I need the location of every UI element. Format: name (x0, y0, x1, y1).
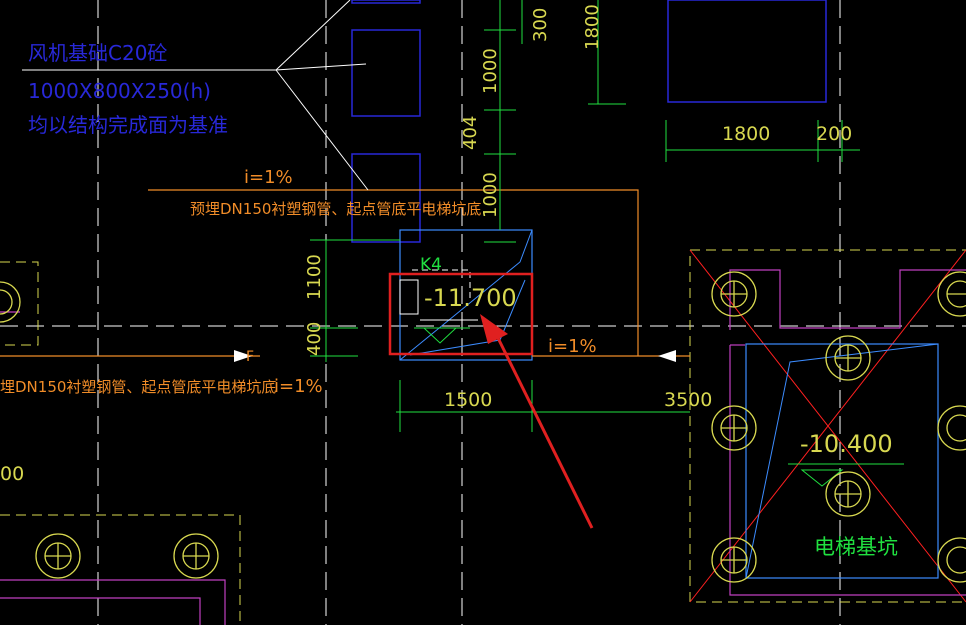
dim-300: 300 (530, 8, 551, 42)
dim-1100: 1100 (304, 254, 325, 300)
dim-200: 200 (816, 123, 852, 145)
dim-1000-lower: 1000 (480, 172, 501, 218)
pile (0, 281, 21, 323)
callout-arrow-head (480, 314, 508, 344)
dim-400: 400 (304, 322, 325, 356)
dim-left-partial: 00 (0, 463, 24, 485)
cad-drawing: 风机基础C20砼 1000X800X250(h) 均以结构完成面为基准 i=1%… (0, 0, 966, 625)
pile (937, 271, 966, 317)
pile (825, 471, 871, 517)
pit-elevation: -11.700 (424, 284, 517, 312)
pile (35, 533, 81, 579)
fan-base-note-3: 均以结构完成面为基准 (28, 113, 228, 137)
slope-left: i=1% (274, 376, 323, 397)
pipe-note-top: 预埋DN150衬塑钢管、起点管底平电梯坑底 (190, 200, 481, 218)
dim-1000-upper: 1000 (480, 48, 501, 94)
dim-404: 404 (460, 116, 481, 150)
cad-drawing-canvas: 风机基础C20砼 1000X800X250(h) 均以结构完成面为基准 i=1%… (0, 0, 966, 625)
flow-arrow-right (658, 350, 676, 362)
elevation-marker-small (422, 327, 458, 344)
dim-1500: 1500 (444, 389, 492, 411)
sump-box (399, 279, 419, 315)
pile (825, 335, 871, 381)
pile (937, 405, 966, 451)
slope-right: i=1% (548, 336, 597, 357)
flow-mark: F (246, 349, 254, 365)
fan-base-note-2: 1000X800X250(h) (28, 79, 211, 103)
slope-top: i=1% (244, 167, 293, 188)
pit-wall-top (729, 269, 966, 330)
dim-1800-horizontal: 1800 (722, 123, 770, 145)
fan-base-top (351, 0, 421, 4)
pile (711, 405, 757, 451)
bottom-left-cap-outline (0, 514, 241, 625)
fan-base-lower (351, 153, 421, 243)
dim-1800-vertical: 1800 (582, 4, 603, 50)
elevation-marker-elevator (800, 469, 844, 487)
left-pile-cap-outline (0, 261, 39, 346)
pile (173, 533, 219, 579)
pit-label-k4: K4 (420, 255, 442, 275)
pipe-note-left: 埋DN150衬塑钢管、起点管底平电梯坑底 (0, 378, 276, 396)
fan-base-upper (351, 29, 421, 117)
pile (937, 537, 966, 583)
top-right-structure (667, 0, 827, 103)
elevator-pit-label: 电梯基坑 (814, 535, 898, 559)
callout-arrow-shaft (496, 337, 594, 529)
dim-3500: 3500 (664, 389, 712, 411)
pile (711, 271, 757, 317)
fan-base-note-1: 风机基础C20砼 (28, 41, 167, 65)
elevator-elevation: -10.400 (800, 430, 893, 458)
